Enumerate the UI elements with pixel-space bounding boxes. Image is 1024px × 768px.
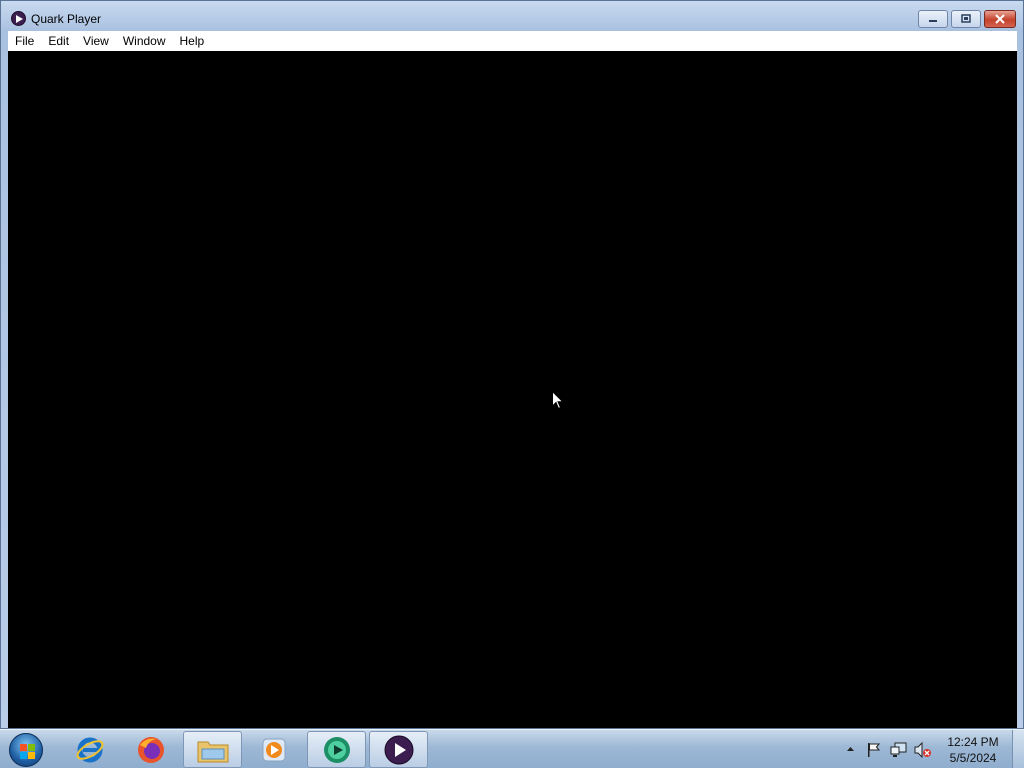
internet-explorer-icon	[76, 737, 103, 762]
menu-view[interactable]: View	[76, 31, 116, 51]
taskbar-file-explorer[interactable]	[183, 731, 242, 768]
taskbar-internet-explorer[interactable]	[60, 731, 119, 768]
window-title: Quark Player	[31, 12, 102, 26]
quark-player-icon	[384, 735, 413, 764]
close-button[interactable]	[984, 10, 1016, 28]
system-clock[interactable]: 12:24 PM 5/5/2024	[938, 734, 1008, 766]
clock-date: 5/5/2024	[949, 751, 997, 765]
menu-edit[interactable]: Edit	[41, 31, 76, 51]
show-desktop-button[interactable]	[1012, 730, 1024, 768]
play-icon[interactable]	[11, 11, 26, 26]
menu-file[interactable]: File	[8, 31, 41, 51]
minimize-button[interactable]	[918, 10, 948, 28]
volume-muted-icon[interactable]	[914, 742, 932, 758]
title-bar[interactable]: Quark Player	[1, 1, 1023, 31]
minimize-icon	[929, 20, 937, 22]
start-button[interactable]	[6, 732, 46, 767]
taskbar-quark-player[interactable]	[369, 731, 428, 768]
video-display[interactable]	[8, 51, 1017, 728]
show-hidden-icons-arrow-icon[interactable]	[846, 745, 855, 753]
menu-help[interactable]: Help	[173, 31, 212, 51]
restore-button[interactable]	[951, 10, 981, 28]
clock-time: 12:24 PM	[947, 735, 999, 749]
menu-window[interactable]: Window	[116, 31, 173, 51]
quark-player-window: Quark Player File Edit View Window Help	[0, 0, 1024, 729]
mouse-cursor-icon	[552, 391, 564, 410]
taskbar-firefox[interactable]	[121, 731, 180, 768]
restore-icon	[961, 14, 971, 23]
menu-bar: File Edit View Window Help	[8, 31, 1017, 51]
close-icon	[995, 14, 1005, 24]
windows-logo-icon	[9, 732, 43, 767]
network-icon[interactable]	[890, 742, 908, 758]
file-explorer-icon	[197, 741, 228, 762]
taskbar: 12:24 PM 5/5/2024	[0, 729, 1024, 768]
taskbar-media-center[interactable]	[307, 731, 366, 768]
action-center-flag-icon[interactable]	[866, 742, 882, 758]
firefox-icon	[137, 736, 164, 763]
media-player-icon	[262, 738, 285, 761]
taskbar-media-player[interactable]	[244, 731, 303, 768]
media-center-icon	[323, 736, 350, 763]
